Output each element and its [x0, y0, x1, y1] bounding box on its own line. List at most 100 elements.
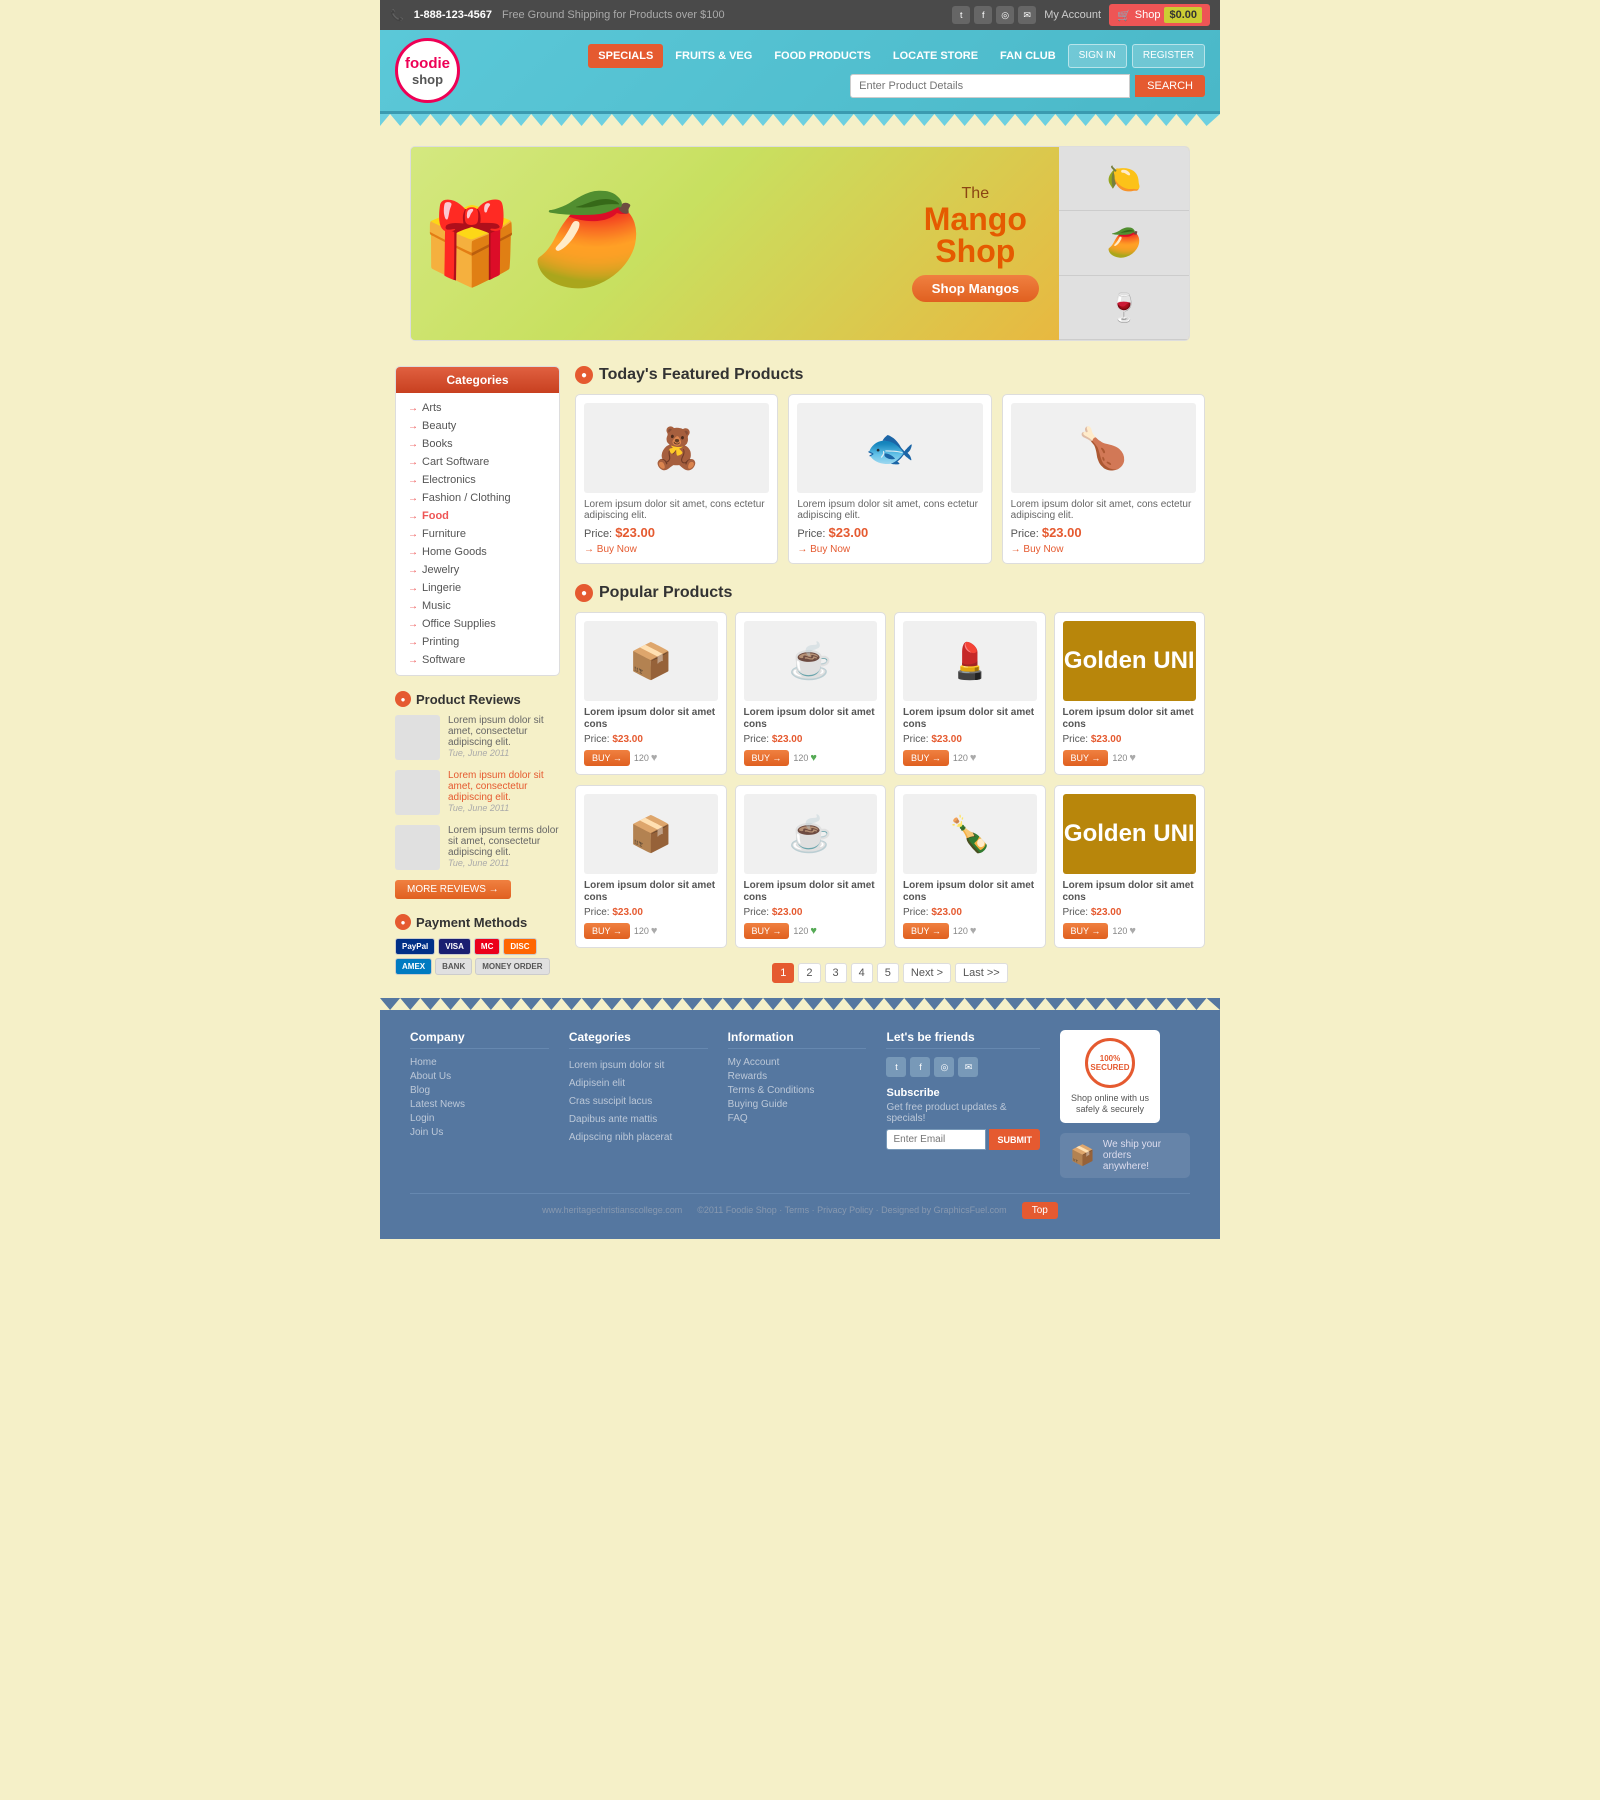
footer-email-input[interactable]	[886, 1129, 986, 1150]
popular-buy-6[interactable]: BUY →	[744, 923, 790, 939]
featured-buy-3[interactable]: → Buy Now	[1011, 544, 1196, 555]
cat-electronics[interactable]: →Electronics	[404, 471, 551, 489]
footer-blog[interactable]: Blog	[410, 1085, 549, 1096]
nav-specials[interactable]: SPECIALS	[588, 44, 663, 68]
discover-icon: DISC	[503, 938, 536, 955]
popular-buy-5[interactable]: BUY →	[584, 923, 630, 939]
popular-buy-7[interactable]: BUY →	[903, 923, 949, 939]
subscribe-desc: Get free product updates & specials!	[886, 1102, 1040, 1124]
popular-buy-4[interactable]: BUY →	[1063, 750, 1109, 766]
nav-fruits[interactable]: FRUITS & VEG	[665, 44, 762, 68]
top-button[interactable]: Top	[1022, 1202, 1058, 1219]
subscribe-form: SUBMIT	[886, 1129, 1040, 1150]
footer-join[interactable]: Join Us	[410, 1127, 549, 1138]
cat-jewelry[interactable]: →Jewelry	[404, 561, 551, 579]
nav-food[interactable]: FOOD PRODUCTS	[764, 44, 881, 68]
badge-desc: Shop online with us safely & securely	[1068, 1093, 1152, 1115]
rss-icon[interactable]: ◎	[996, 6, 1014, 24]
footer-my-account[interactable]: My Account	[728, 1057, 867, 1068]
page-5[interactable]: 5	[877, 963, 899, 983]
cat-printing[interactable]: →Printing	[404, 633, 551, 651]
cat-food[interactable]: →Food	[404, 507, 551, 525]
footer-rewards[interactable]: Rewards	[728, 1071, 867, 1082]
page-3[interactable]: 3	[825, 963, 847, 983]
footer-rss[interactable]: ◎	[934, 1057, 954, 1077]
popular-actions-3: BUY → 120 ♥	[903, 750, 1037, 766]
submit-button[interactable]: SUBMIT	[989, 1129, 1040, 1150]
popular-product-2: ☕ Lorem ipsum dolor sit amet cons Price:…	[735, 612, 887, 775]
cat-software[interactable]: →Software	[404, 651, 551, 669]
cart-button[interactable]: 🛒 Shop $0.00	[1109, 4, 1210, 26]
footer-buying[interactable]: Buying Guide	[728, 1099, 867, 1110]
page-4[interactable]: 4	[851, 963, 873, 983]
popular-buy-8[interactable]: BUY →	[1063, 923, 1109, 939]
hero-section: 🎁 🥭 The MangoShop Shop Mangos 🍋 🥭 🍷	[380, 126, 1220, 341]
popular-likes-4: 120 ♥	[1112, 752, 1136, 764]
page-next[interactable]: Next >	[903, 963, 951, 983]
popular-product-7: 🍾 Lorem ipsum dolor sit amet cons Price:…	[894, 785, 1046, 948]
cat-cart-software[interactable]: →Cart Software	[404, 453, 551, 471]
popular-name-1: Lorem ipsum dolor sit amet cons	[584, 707, 718, 731]
cat-music[interactable]: →Music	[404, 597, 551, 615]
popular-buy-3[interactable]: BUY →	[903, 750, 949, 766]
featured-product-3: 🍗 Lorem ipsum dolor sit amet, cons ectet…	[1002, 394, 1205, 564]
popular-product-8: Golden UNI Lorem ipsum dolor sit amet co…	[1054, 785, 1206, 948]
search-input[interactable]	[850, 74, 1130, 98]
cat-furniture[interactable]: →Furniture	[404, 525, 551, 543]
review-content-3: Lorem ipsum terms dolor sit amet, consec…	[448, 825, 560, 870]
reviews-dot: ●	[395, 691, 411, 707]
popular-title: Popular Products	[599, 584, 732, 602]
sign-in-button[interactable]: SIGN IN	[1068, 44, 1127, 68]
featured-desc-2: Lorem ipsum dolor sit amet, cons ectetur…	[797, 499, 982, 521]
hero-thumb-2: 🥭	[1059, 211, 1189, 275]
cat-office-supplies[interactable]: →Office Supplies	[404, 615, 551, 633]
cat-beauty[interactable]: →Beauty	[404, 417, 551, 435]
nav-locate[interactable]: LOCATE STORE	[883, 44, 988, 68]
cat-fashion[interactable]: →Fashion / Clothing	[404, 489, 551, 507]
cat-arts[interactable]: →Arts	[404, 399, 551, 417]
logo[interactable]: foodie shop	[395, 38, 460, 103]
more-reviews-button[interactable]: MORE REVIEWS →	[395, 880, 511, 899]
featured-product-2: 🐟 Lorem ipsum dolor sit amet, cons ectet…	[788, 394, 991, 564]
popular-actions-6: BUY → 120 ♥	[744, 923, 878, 939]
popular-likes-1: 120 ♥	[634, 752, 658, 764]
cat-home-goods[interactable]: →Home Goods	[404, 543, 551, 561]
footer-facebook[interactable]: f	[910, 1057, 930, 1077]
footer-email[interactable]: ✉	[958, 1057, 978, 1077]
popular-buy-2[interactable]: BUY →	[744, 750, 790, 766]
popular-actions-5: BUY → 120 ♥	[584, 923, 718, 939]
footer-login[interactable]: Login	[410, 1113, 549, 1124]
subscribe-section: Subscribe Get free product updates & spe…	[886, 1087, 1040, 1150]
search-button[interactable]: SEARCH	[1135, 75, 1205, 97]
footer-twitter[interactable]: t	[886, 1057, 906, 1077]
page-1[interactable]: 1	[772, 963, 794, 983]
page-last[interactable]: Last >>	[955, 963, 1008, 983]
featured-buy-2[interactable]: → Buy Now	[797, 544, 982, 555]
review-content-1: Lorem ipsum dolor sit amet, consectetur …	[448, 715, 560, 760]
footer-home[interactable]: Home	[410, 1057, 549, 1068]
footer-zigzag	[380, 998, 1220, 1010]
hero-thumbnails: 🍋 🥭 🍷	[1059, 147, 1189, 340]
footer-about[interactable]: About Us	[410, 1071, 549, 1082]
cat-books[interactable]: →Books	[404, 435, 551, 453]
popular-buy-1[interactable]: BUY →	[584, 750, 630, 766]
account-link[interactable]: My Account	[1044, 9, 1101, 21]
review-link-2[interactable]: Lorem ipsum dolor sit amet, consectetur …	[448, 770, 560, 803]
footer-categories: Categories Lorem ipsum dolor sitAdipisei…	[569, 1030, 708, 1178]
facebook-icon[interactable]: f	[974, 6, 992, 24]
nav-fan[interactable]: FAN CLUB	[990, 44, 1066, 68]
email-icon[interactable]: ✉	[1018, 6, 1036, 24]
page-2[interactable]: 2	[798, 963, 820, 983]
footer-faq[interactable]: FAQ	[728, 1113, 867, 1124]
reviews-header: ● Product Reviews	[395, 691, 560, 707]
featured-buy-1[interactable]: → Buy Now	[584, 544, 769, 555]
twitter-icon[interactable]: t	[952, 6, 970, 24]
cat-lingerie[interactable]: →Lingerie	[404, 579, 551, 597]
shop-mangos-button[interactable]: Shop Mangos	[912, 275, 1039, 302]
register-button[interactable]: REGISTER	[1132, 44, 1205, 68]
popular-likes-7: 120 ♥	[953, 925, 977, 937]
footer-news[interactable]: Latest News	[410, 1099, 549, 1110]
phone-number: 1-888-123-4567	[414, 9, 492, 21]
footer-terms[interactable]: Terms & Conditions	[728, 1085, 867, 1096]
footer-right: 100%SECURED Shop online with us safely &…	[1060, 1030, 1190, 1178]
